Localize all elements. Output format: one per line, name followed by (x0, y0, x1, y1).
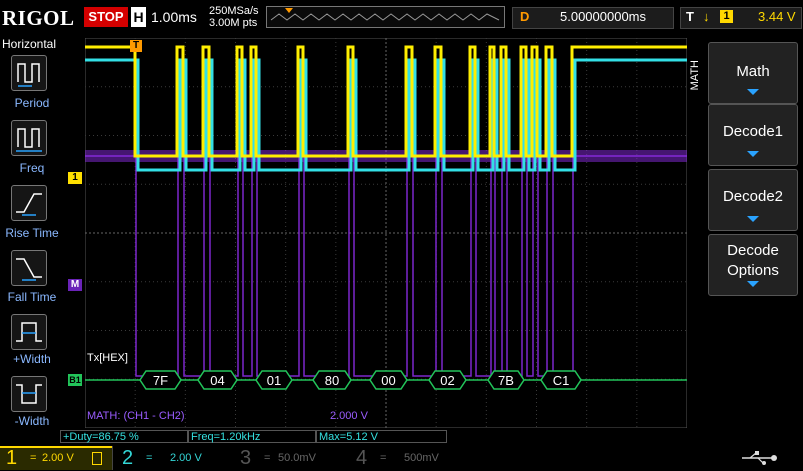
ch4-number: 4 (356, 447, 368, 469)
ch2-number: 2 (122, 447, 134, 469)
dropdown-arrow-icon (747, 89, 759, 95)
run-stop-status[interactable]: STOP (84, 7, 128, 27)
math-softkey-label: Math (736, 63, 770, 80)
negative-width-label: -Width (14, 414, 50, 428)
trigger-label: T (686, 9, 694, 24)
decode-byte-label: 80 (325, 373, 339, 388)
falling-edge-icon: ↓ (703, 9, 710, 24)
decode1-softkey-label: Decode1 (722, 123, 784, 140)
left-panel-title: Horizontal (1, 37, 57, 51)
math-softkey[interactable]: Math (708, 42, 798, 104)
bus-marker[interactable]: B1 (68, 374, 82, 386)
period-icon (17, 63, 40, 87)
decode-byte-label: 00 (381, 373, 395, 388)
divider (112, 446, 113, 470)
trigger-level[interactable]: 3.44 V (758, 7, 796, 27)
dropdown-arrow-icon (747, 281, 759, 287)
decode-options-softkey-label: Decode Options (727, 242, 779, 279)
ch1-scale: 2.00 V (42, 452, 74, 464)
waveform-display[interactable]: 7F 04 01 80 00 02 7B C1 (85, 38, 687, 428)
decode-label: Tx[HEX] (87, 352, 128, 364)
rise-time-icon (16, 193, 42, 216)
decode-options-softkey[interactable]: Decode Options (708, 234, 798, 296)
acquisition-info: 250MSa/s 3.00M pts (209, 5, 259, 29)
fall-time-icon (16, 258, 42, 281)
delay-value[interactable]: 5.00000000ms (560, 7, 646, 27)
positive-width-button[interactable] (11, 314, 47, 350)
decode-byte-label: 7F (153, 373, 168, 388)
frequency-label: Freq (19, 161, 45, 175)
decode-byte-label: 01 (267, 373, 281, 388)
decode-byte-label: 04 (210, 373, 224, 388)
channel-status-bar (0, 446, 803, 470)
math-label: MATH: (CH1 - CH2) (87, 410, 185, 422)
decode1-softkey[interactable]: Decode1 (708, 104, 798, 166)
sample-rate: 250MSa/s (209, 5, 259, 17)
ch3-number: 3 (240, 447, 252, 469)
ch3-coupling-icon: = (264, 452, 271, 464)
ch4-coupling-icon: = (380, 452, 387, 464)
decode-byte-label: C1 (553, 373, 570, 388)
positive-width-icon (16, 322, 42, 342)
rise-time-button[interactable] (11, 185, 47, 221)
negative-width-icon (16, 384, 42, 404)
memory-navigation-bar[interactable] (266, 6, 505, 28)
ch3-scale[interactable]: 50.0mV (278, 446, 316, 470)
frequency-measurement[interactable]: Freq=1.20kHz (188, 430, 316, 443)
decode2-softkey-label: Decode2 (722, 188, 784, 205)
period-button[interactable] (11, 55, 47, 91)
bandwidth-limit-icon (92, 452, 102, 465)
ch1-marker[interactable]: 1 (68, 172, 82, 184)
period-label: Period (14, 96, 50, 110)
brand-logo: RIGOL (2, 6, 75, 30)
decode-byte-label: 7B (498, 373, 514, 388)
ch4-scale[interactable]: 500mV (404, 446, 439, 470)
positive-width-label: +Width (13, 352, 51, 366)
math-scale: 2.000 V (330, 410, 368, 422)
math-menu-title: MATH (689, 60, 701, 91)
ch2-coupling-icon: = (146, 452, 153, 464)
duty-measurement[interactable]: +Duty=86.75 % (60, 430, 188, 443)
decode2-softkey[interactable]: Decode2 (708, 169, 798, 231)
trigger-position-marker[interactable]: T (130, 40, 142, 52)
rise-time-label: Rise Time (5, 226, 59, 240)
trigger-source: 1 (720, 10, 733, 23)
frequency-icon (16, 128, 42, 152)
memory-depth: 3.00M pts (209, 17, 258, 29)
math-marker[interactable]: M (68, 279, 82, 291)
dropdown-arrow-icon (747, 216, 759, 222)
negative-width-button[interactable] (11, 376, 47, 412)
ch2-scale[interactable]: 2.00 V (170, 446, 202, 470)
waveform-overview-icon (270, 8, 500, 21)
delay-label: D (520, 9, 530, 24)
usb-icon (740, 450, 780, 471)
horizontal-indicator: H (131, 7, 146, 27)
timebase-value[interactable]: 1.00ms (151, 7, 197, 27)
dropdown-arrow-icon (747, 151, 759, 157)
fall-time-button[interactable] (11, 250, 47, 286)
ch1-coupling-icon: = (30, 452, 37, 464)
max-measurement[interactable]: Max=5.12 V (316, 430, 447, 443)
decode-byte-label: 02 (440, 373, 454, 388)
ch1-number: 1 (6, 447, 18, 469)
frequency-button[interactable] (11, 120, 47, 156)
fall-time-label: Fall Time (7, 290, 57, 304)
